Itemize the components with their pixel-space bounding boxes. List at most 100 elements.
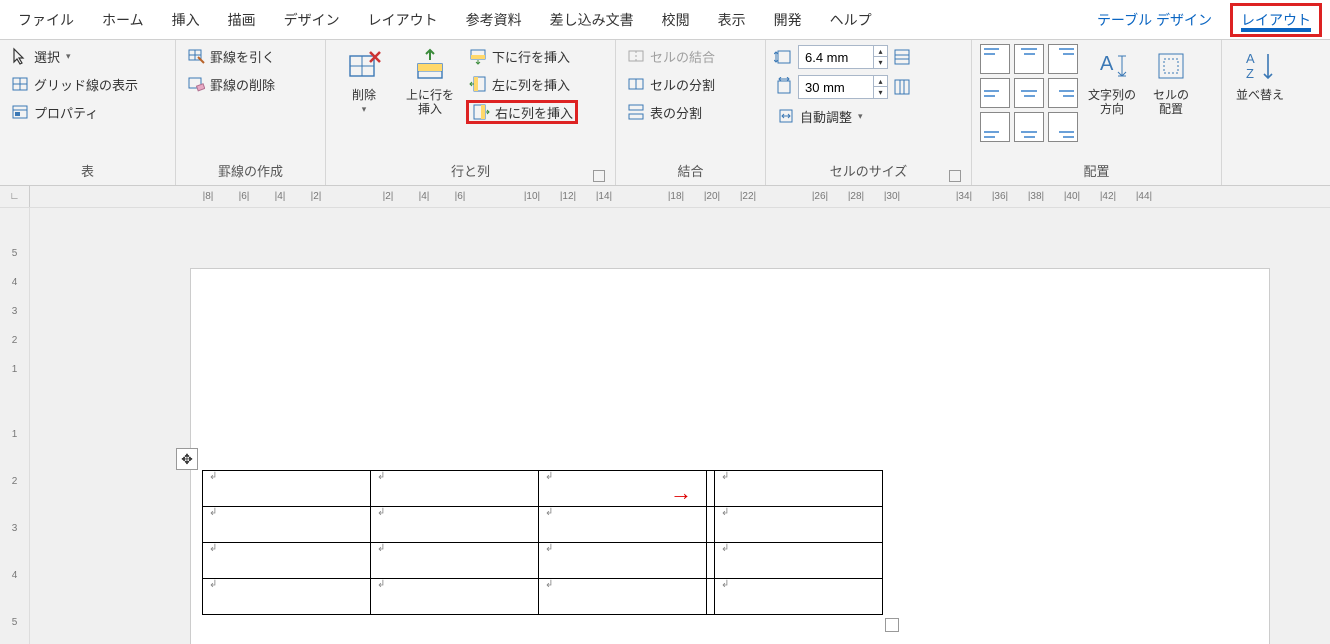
- insert-above-button[interactable]: 上に行を 挿入: [400, 44, 460, 117]
- tab-review[interactable]: 校閲: [648, 0, 704, 40]
- distribute-columns-icon[interactable]: [892, 77, 912, 97]
- horizontal-ruler: ∟ |8||6||4||2||2||4||6||10||12||14||18||…: [0, 186, 1330, 208]
- active-tab-underline: [1241, 28, 1311, 32]
- view-gridlines-button[interactable]: グリッド線の表示: [8, 72, 140, 96]
- autofit-icon: [776, 106, 796, 126]
- tab-help[interactable]: ヘルプ: [816, 0, 886, 40]
- tab-layout[interactable]: レイアウト: [354, 0, 452, 40]
- distribute-rows-icon[interactable]: [892, 47, 912, 67]
- group-draw-label: 罫線の作成: [184, 163, 317, 185]
- table-row[interactable]: ↲↲↲↲: [203, 543, 883, 579]
- insert-column-right-icon: [471, 102, 491, 122]
- row-height-icon: [774, 47, 794, 67]
- align-mid-center[interactable]: [1014, 78, 1044, 108]
- tab-references[interactable]: 参考資料: [452, 0, 536, 40]
- split-table-button[interactable]: 表の分割: [624, 100, 717, 124]
- tab-insert[interactable]: 挿入: [158, 0, 214, 40]
- chevron-down-icon: ▾: [66, 51, 71, 62]
- svg-text:A: A: [1246, 51, 1255, 66]
- tab-table-layout[interactable]: レイアウト: [1230, 3, 1322, 37]
- tab-file[interactable]: ファイル: [4, 0, 88, 40]
- tab-table-design[interactable]: テーブル デザイン: [1083, 0, 1226, 40]
- alignment-grid: [980, 44, 1078, 142]
- dialog-launcher-icon[interactable]: [949, 170, 961, 182]
- align-top-left[interactable]: [980, 44, 1010, 74]
- insert-column-left-icon: [468, 74, 488, 94]
- group-rows-cols-label: 行と列: [334, 163, 607, 185]
- table-row[interactable]: ↲↲↲↲: [203, 507, 883, 543]
- draw-border-button[interactable]: 罫線を引く: [184, 44, 277, 68]
- eraser-grid-icon: [186, 74, 206, 94]
- align-mid-left[interactable]: [980, 78, 1010, 108]
- insert-below-button[interactable]: 下に行を挿入: [466, 44, 578, 68]
- insert-left-button[interactable]: 左に列を挿入: [466, 72, 578, 96]
- group-rows-columns: 削除 ▾ 上に行を 挿入 下に行を挿入: [326, 40, 616, 185]
- text-direction-button[interactable]: A 文字列の 方向: [1084, 44, 1140, 117]
- spin-up-icon[interactable]: ▴: [873, 46, 887, 57]
- ruler-corner: ∟: [0, 186, 30, 207]
- delete-table-icon: [344, 46, 384, 86]
- tab-home[interactable]: ホーム: [88, 0, 158, 40]
- annotation-arrow-icon: →: [670, 480, 692, 506]
- select-button[interactable]: 選択 ▾: [8, 44, 140, 68]
- tab-design[interactable]: デザイン: [270, 0, 354, 40]
- insert-right-button[interactable]: 右に列を挿入: [466, 100, 578, 124]
- group-table: 選択 ▾ グリッド線の表示 プロパティ 表: [0, 40, 176, 185]
- align-bot-right[interactable]: [1048, 112, 1078, 142]
- align-bot-center[interactable]: [1014, 112, 1044, 142]
- align-mid-right[interactable]: [1048, 78, 1078, 108]
- table-row[interactable]: ↲↲↲↲: [203, 579, 883, 615]
- group-size-label: セルのサイズ: [774, 163, 963, 185]
- autofit-button[interactable]: 自動調整 ▾: [774, 104, 912, 128]
- group-data-label: [1230, 163, 1304, 185]
- group-merge-label: 結合: [624, 163, 757, 185]
- svg-text:Z: Z: [1246, 66, 1254, 81]
- erase-border-button[interactable]: 罫線の削除: [184, 72, 277, 96]
- sort-button[interactable]: AZ 並べ替え: [1230, 44, 1290, 102]
- column-width-field[interactable]: [799, 80, 873, 95]
- group-alignment-label: 配置: [980, 163, 1213, 185]
- split-table-icon: [626, 102, 646, 122]
- merge-cells-button[interactable]: セルの結合: [624, 44, 717, 68]
- ribbon: 選択 ▾ グリッド線の表示 プロパティ 表: [0, 40, 1330, 186]
- document-table[interactable]: ↲↲↲↲ ↲↲↲↲ ↲↲↲↲ ↲↲↲↲: [202, 470, 883, 615]
- table-move-handle[interactable]: ✥: [176, 448, 198, 470]
- group-alignment: A 文字列の 方向 セルの 配置 配置: [972, 40, 1222, 185]
- properties-icon: [10, 102, 30, 122]
- tab-view[interactable]: 表示: [704, 0, 760, 40]
- gridlines-icon: [10, 74, 30, 94]
- column-width-input[interactable]: ▴▾: [798, 75, 888, 99]
- align-bot-left[interactable]: [980, 112, 1010, 142]
- split-cells-icon: [626, 74, 646, 94]
- table-resize-handle[interactable]: [885, 618, 899, 632]
- merge-cells-icon: [626, 46, 646, 66]
- dialog-launcher-icon[interactable]: [593, 170, 605, 182]
- tab-mailings[interactable]: 差し込み文書: [536, 0, 648, 40]
- chevron-down-icon: ▾: [362, 104, 367, 115]
- cursor-icon: [10, 46, 30, 66]
- align-top-center[interactable]: [1014, 44, 1044, 74]
- text-direction-icon: A: [1092, 46, 1132, 86]
- svg-text:A: A: [1100, 53, 1114, 75]
- group-merge: セルの結合 セルの分割 表の分割 結合: [616, 40, 766, 185]
- vertical-ruler[interactable]: 5432112345: [0, 208, 30, 644]
- table-row[interactable]: ↲↲↲↲: [203, 471, 883, 507]
- spin-up-icon[interactable]: ▴: [873, 76, 887, 87]
- pencil-grid-icon: [186, 46, 206, 66]
- align-top-right[interactable]: [1048, 44, 1078, 74]
- cell-margins-button[interactable]: セルの 配置: [1146, 44, 1196, 117]
- tab-draw[interactable]: 描画: [214, 0, 270, 40]
- split-cells-button[interactable]: セルの分割: [624, 72, 717, 96]
- canvas[interactable]: ✥ ↲↲↲↲ ↲↲↲↲ ↲↲↲↲ ↲↲↲↲ →: [30, 208, 1330, 644]
- group-table-label: 表: [8, 163, 167, 185]
- row-height-input[interactable]: ▴▾: [798, 45, 888, 69]
- properties-button[interactable]: プロパティ: [8, 100, 140, 124]
- tab-developer[interactable]: 開発: [760, 0, 816, 40]
- delete-button[interactable]: 削除 ▾: [334, 44, 394, 115]
- row-height-field[interactable]: [799, 50, 873, 65]
- group-draw-borders: 罫線を引く 罫線の削除 罫線の作成: [176, 40, 326, 185]
- insert-row-below-icon: [468, 46, 488, 66]
- spin-down-icon[interactable]: ▾: [873, 87, 887, 98]
- spin-down-icon[interactable]: ▾: [873, 57, 887, 68]
- column-width-icon: [774, 77, 794, 97]
